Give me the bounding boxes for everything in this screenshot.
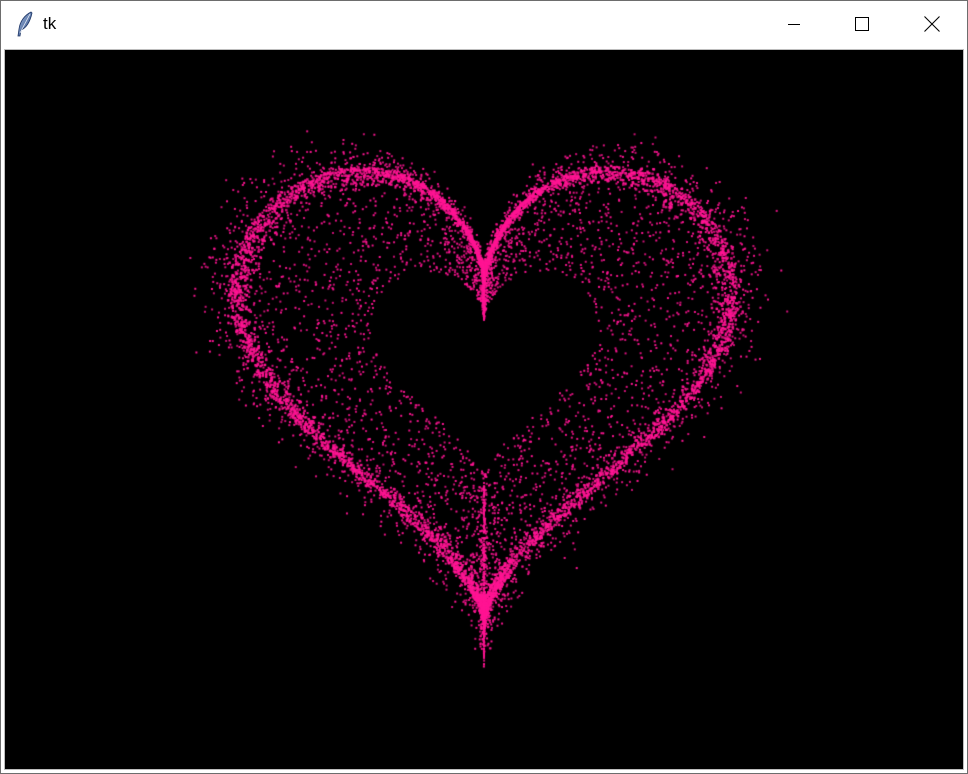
close-icon [924,16,940,32]
maximize-icon [855,17,869,31]
maximize-button[interactable] [839,1,885,47]
heart-particle-canvas[interactable] [5,50,963,769]
minimize-button[interactable] [771,1,817,47]
window-title: tk [43,14,57,33]
drawing-canvas-frame [4,49,964,770]
app-window: tk [0,0,968,774]
title-bar[interactable]: tk [1,1,967,47]
minimize-icon [788,24,800,25]
close-button[interactable] [909,1,955,47]
feather-icon [15,11,35,37]
